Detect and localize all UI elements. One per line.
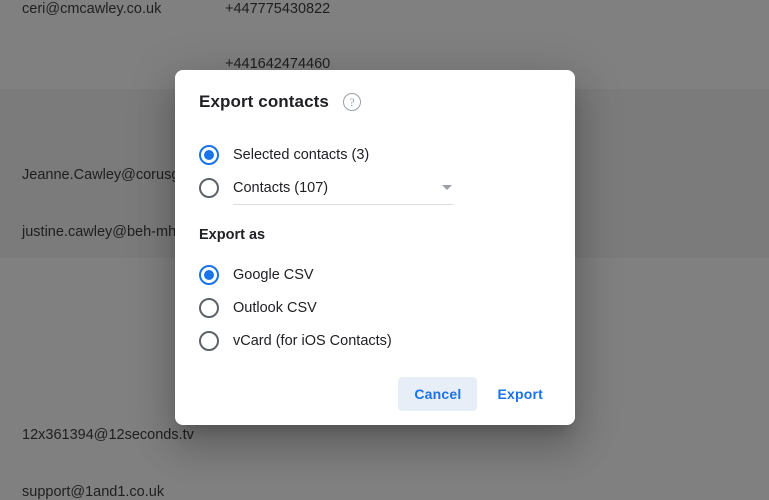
radio-option-outlook-csv[interactable]: Outlook CSV [199,291,392,324]
chevron-down-icon[interactable] [442,185,452,190]
radio-label-selected-contacts: Selected contacts (3) [233,146,370,163]
radio-icon-google-csv[interactable] [199,264,219,285]
background-contact-email: ceri@cmcawley.co.uk [22,1,162,17]
radio-option-all-contacts[interactable]: Contacts (107) [199,171,453,205]
dialog-title: Export contacts [199,92,329,111]
radio-label-all-contacts: Contacts (107) [233,179,329,196]
dialog-actions: Cancel Export [398,377,559,411]
dialog-header: Export contacts ? [199,92,361,112]
background-contact-email: Jeanne.Cawley@corusg [22,167,180,183]
background-contact-email: 12x361394@12seconds.tv [22,427,194,443]
radio-icon-vcard[interactable] [199,330,219,351]
radio-option-selected-contacts[interactable]: Selected contacts (3) [199,138,429,171]
radio-icon-outlook-csv[interactable] [199,297,219,318]
cancel-button[interactable]: Cancel [398,377,478,411]
export-button[interactable]: Export [481,377,559,411]
radio-label-google-csv: Google CSV [233,266,314,283]
radio-icon-all-contacts[interactable] [199,177,219,198]
background-contact-email: support@1and1.co.uk [22,484,165,500]
radio-option-vcard[interactable]: vCard (for iOS Contacts) [199,324,392,357]
select-underline [233,204,453,205]
background-contact-phone: +447775430822 [225,1,331,17]
export-scope-radio-group: Selected contacts (3) Contacts (107) [199,138,453,205]
radio-icon-selected-contacts[interactable] [199,144,219,165]
export-contacts-dialog: Export contacts ? Selected contacts (3) … [175,70,575,425]
radio-option-google-csv[interactable]: Google CSV [199,258,392,291]
radio-label-outlook-csv: Outlook CSV [233,299,317,316]
app-root: ceri@cmcawley.co.uk +447775430822 +44164… [0,0,769,500]
background-contact-email: justine.cawley@beh-mht [22,224,181,240]
export-as-label: Export as [199,227,266,243]
export-format-radio-group: Google CSV Outlook CSV vCard (for iOS Co… [199,258,392,357]
help-circle-icon[interactable]: ? [342,93,361,111]
radio-label-vcard: vCard (for iOS Contacts) [233,332,392,349]
